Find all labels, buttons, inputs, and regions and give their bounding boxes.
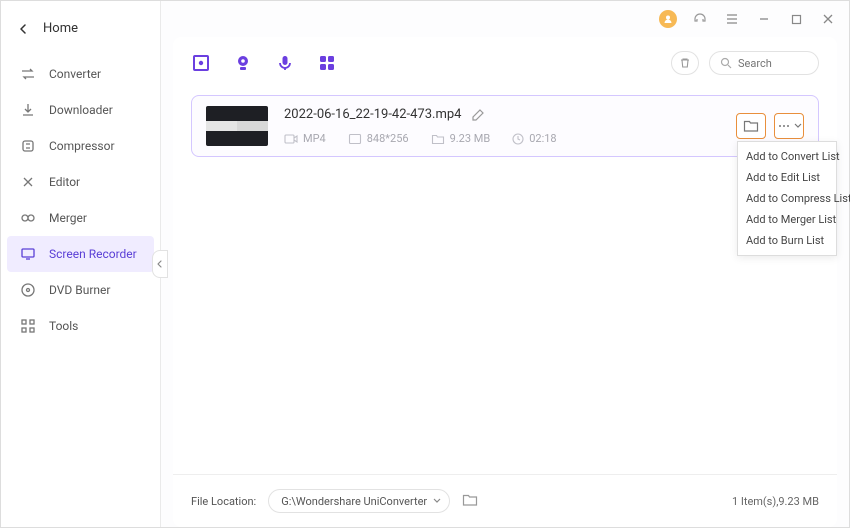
dvd-burner-icon <box>19 281 37 299</box>
sidebar-item-downloader[interactable]: Downloader <box>1 92 160 128</box>
delete-button[interactable] <box>671 51 699 75</box>
sidebar: Home Converter Downloader Compressor Edi… <box>1 1 161 527</box>
folder-open-icon <box>743 119 759 133</box>
sidebar-item-label: Converter <box>49 67 101 81</box>
record-audio-button[interactable] <box>275 53 295 73</box>
main: 2022-06-16_22-19-42-473.mp4 MP4 848*256 … <box>161 1 849 527</box>
footer-summary: 1 Item(s),9.23 MB <box>732 495 819 508</box>
screen-recorder-icon <box>19 245 37 263</box>
clock-icon <box>512 133 524 145</box>
sidebar-item-label: Screen Recorder <box>49 247 137 261</box>
close-button[interactable] <box>819 10 837 28</box>
file-row[interactable]: 2022-06-16_22-19-42-473.mp4 MP4 848*256 … <box>191 95 819 157</box>
camera-icon <box>284 133 298 145</box>
downloader-icon <box>19 101 37 119</box>
search-icon <box>720 57 732 69</box>
menu-icon[interactable] <box>723 10 741 28</box>
resolution-icon <box>348 133 362 145</box>
video-thumbnail <box>206 106 268 146</box>
sidebar-item-tools[interactable]: Tools <box>1 308 160 344</box>
sidebar-item-label: DVD Burner <box>49 283 110 297</box>
folder-icon <box>431 133 445 145</box>
search-input[interactable] <box>738 57 808 70</box>
editor-icon <box>19 173 37 191</box>
search-box[interactable] <box>709 51 819 75</box>
sidebar-item-editor[interactable]: Editor <box>1 164 160 200</box>
meta-resolution: 848*256 <box>348 132 409 145</box>
file-location-select[interactable]: G:\Wondershare UniConverter <box>268 489 450 513</box>
sidebar-item-label: Compressor <box>49 139 115 153</box>
tools-icon <box>19 317 37 335</box>
sidebar-item-label: Editor <box>49 175 80 189</box>
back-icon[interactable] <box>19 24 29 34</box>
footer: File Location: G:\Wondershare UniConvert… <box>173 474 837 527</box>
record-screen-button[interactable] <box>191 53 211 73</box>
dropdown-item-edit[interactable]: Add to Edit List <box>738 167 836 188</box>
dropdown-item-convert[interactable]: Add to Convert List <box>738 146 836 167</box>
meta-duration: 02:18 <box>512 132 556 145</box>
content-card: 2022-06-16_22-19-42-473.mp4 MP4 848*256 … <box>173 37 837 527</box>
dropdown-item-burn[interactable]: Add to Burn List <box>738 230 836 251</box>
sidebar-item-dvd-burner[interactable]: DVD Burner <box>1 272 160 308</box>
dropdown-item-merger[interactable]: Add to Merger List <box>738 209 836 230</box>
home-title: Home <box>43 21 78 36</box>
sidebar-item-merger[interactable]: Merger <box>1 200 160 236</box>
collapse-handle[interactable] <box>152 250 168 278</box>
record-webcam-button[interactable] <box>233 53 253 73</box>
maximize-button[interactable] <box>787 10 805 28</box>
sidebar-items: Converter Downloader Compressor Editor M… <box>1 56 160 344</box>
meta-format: MP4 <box>284 132 326 145</box>
more-actions-dropdown: Add to Convert List Add to Edit List Add… <box>737 141 837 256</box>
sidebar-item-compressor[interactable]: Compressor <box>1 128 160 164</box>
browse-folder-button[interactable] <box>462 492 478 511</box>
dropdown-item-compress[interactable]: Add to Compress List <box>738 188 836 209</box>
trash-icon <box>679 57 691 69</box>
titlebar <box>161 1 849 37</box>
chevron-down-icon <box>794 123 802 129</box>
compressor-icon <box>19 137 37 155</box>
chevron-left-icon <box>156 260 164 268</box>
sidebar-item-label: Merger <box>49 211 87 225</box>
minimize-button[interactable] <box>755 10 773 28</box>
file-location-path: G:\Wondershare UniConverter <box>281 495 427 508</box>
merger-icon <box>19 209 37 227</box>
file-name: 2022-06-16_22-19-42-473.mp4 <box>284 107 461 122</box>
sidebar-item-converter[interactable]: Converter <box>1 56 160 92</box>
chevron-down-icon <box>433 498 441 504</box>
user-icon <box>663 14 673 24</box>
toolbar <box>173 37 837 89</box>
sidebar-header: Home <box>1 11 160 56</box>
more-icon <box>777 123 791 129</box>
support-icon[interactable] <box>691 10 709 28</box>
sidebar-item-screen-recorder[interactable]: Screen Recorder <box>7 236 154 272</box>
sidebar-item-label: Downloader <box>49 103 113 117</box>
grid-view-button[interactable] <box>317 53 337 73</box>
folder-icon <box>462 493 478 507</box>
avatar[interactable] <box>659 10 677 28</box>
converter-icon <box>19 65 37 83</box>
more-actions-button[interactable] <box>774 113 804 139</box>
meta-size: 9.23 MB <box>431 132 491 145</box>
open-folder-button[interactable] <box>736 113 766 139</box>
file-location-label: File Location: <box>191 495 256 508</box>
sidebar-item-label: Tools <box>49 319 78 333</box>
rename-icon[interactable] <box>471 108 485 122</box>
file-info: 2022-06-16_22-19-42-473.mp4 MP4 848*256 … <box>284 107 736 145</box>
